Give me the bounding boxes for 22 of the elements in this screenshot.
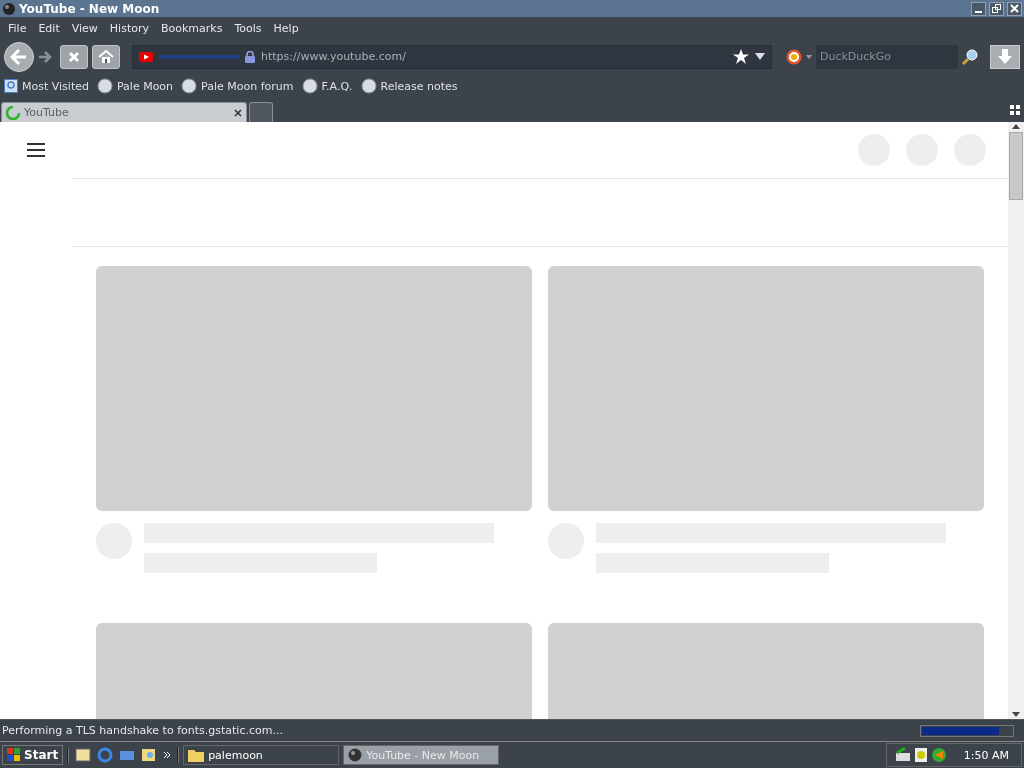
search-field[interactable]: DuckDuckGo (816, 44, 958, 69)
bookmark-item[interactable]: Pale Moon forum (181, 78, 294, 94)
window-title: YouTube - New Moon (19, 1, 160, 16)
url-text: https://www.youtube.com/ (261, 50, 407, 63)
status-text: Performing a TLS handshake to fonts.gstatic.com... (2, 724, 284, 737)
tab-title: YouTube (24, 106, 70, 119)
browser-tab[interactable]: YouTube (1, 102, 247, 122)
menu-item[interactable]: History (103, 22, 155, 35)
address-bar[interactable]: https://www.youtube.com/ (132, 44, 772, 69)
menu-item[interactable]: File (2, 22, 33, 35)
menu-item[interactable]: Edit (32, 22, 66, 35)
start-button[interactable]: Start (2, 745, 64, 765)
bookmark-item[interactable]: Most Visited (4, 79, 89, 93)
taskbar-button[interactable]: palemoon (183, 745, 340, 765)
bookmark-item[interactable]: F.A.Q. (301, 78, 353, 94)
menu-item[interactable]: Bookmarks (155, 22, 229, 35)
bookmark-item[interactable]: Release notes (360, 78, 458, 94)
clock: 1:50 AM (963, 748, 1009, 762)
bookmark-item[interactable]: Pale Moon (96, 78, 174, 94)
menu-item[interactable]: Help (267, 22, 305, 35)
menu-item[interactable]: Tools (228, 22, 268, 35)
menu-item[interactable]: View (65, 22, 104, 35)
